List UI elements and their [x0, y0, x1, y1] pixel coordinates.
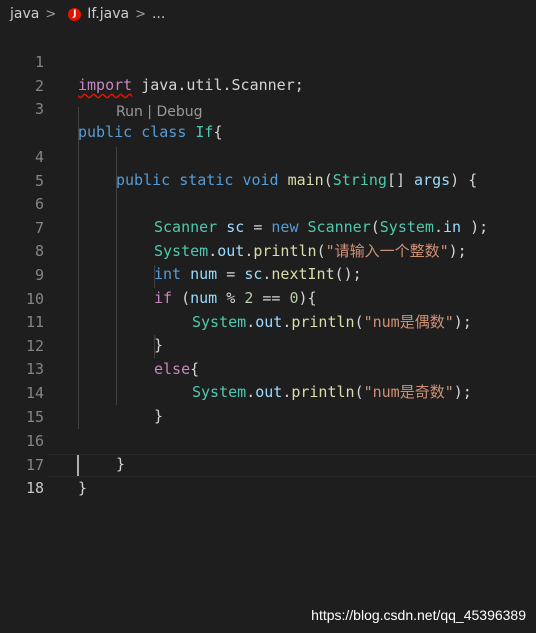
- code-line: 18: [0, 454, 536, 497]
- code-line: 6 Scanner sc = new Scanner(System.in );: [0, 170, 536, 236]
- code-editor[interactable]: Run | Debug 1 import java.util.Scanner; …: [0, 28, 536, 633]
- code-line: 17 }: [0, 431, 536, 497]
- code-line: 2: [0, 52, 536, 95]
- watermark: https://blog.csdn.net/qq_45396389: [311, 607, 526, 623]
- code-line: 16 }: [0, 407, 536, 473]
- punctuation: }: [78, 479, 88, 497]
- code-line: 12 else{: [0, 312, 536, 378]
- code-line: 15: [0, 383, 536, 426]
- breadcrumb-file[interactable]: If.java: [87, 6, 129, 22]
- breadcrumb: java > J If.java > ...: [0, 0, 536, 28]
- code-line: 8 int num = sc.nextInt();: [0, 217, 536, 283]
- code-line: 14 }: [0, 359, 536, 425]
- code-line: 10 System.out.println("num是偶数");: [0, 265, 536, 331]
- chevron-right-icon: >: [135, 6, 146, 22]
- code-line: 4 public static void main(String[] args)…: [0, 123, 536, 189]
- line-number: 18: [25, 479, 44, 497]
- code-line: 5: [0, 147, 536, 190]
- code-line: 13 System.out.println("num是奇数");: [0, 335, 536, 401]
- code-line: 9 if (num % 2 == 0){: [0, 241, 536, 307]
- code-line: 11 }: [0, 288, 536, 354]
- breadcrumb-folder[interactable]: java: [10, 6, 39, 22]
- line-number: 3: [34, 100, 44, 118]
- code-line: 3 public class If{: [0, 75, 536, 141]
- code-line: 1 import java.util.Scanner;: [0, 28, 536, 94]
- java-error-icon: J: [68, 7, 82, 21]
- chevron-right-icon: >: [45, 6, 57, 22]
- breadcrumb-more[interactable]: ...: [152, 6, 165, 22]
- code-line: 7 System.out.println("请输入一个整数");: [0, 194, 536, 260]
